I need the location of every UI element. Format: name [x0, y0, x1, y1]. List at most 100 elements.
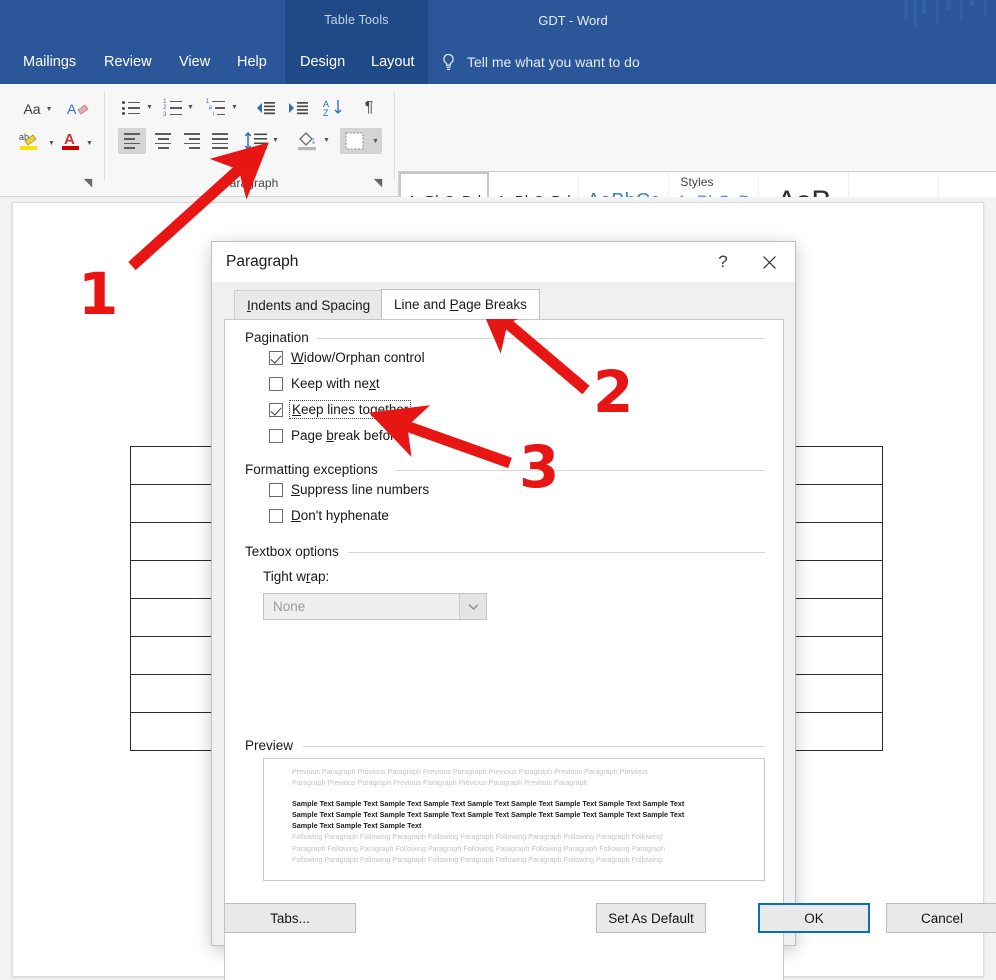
checkbox-label: Page break before — [291, 428, 403, 443]
checkbox-box[interactable] — [269, 402, 283, 417]
close-icon[interactable] — [747, 242, 791, 282]
line-spacing-button[interactable] — [242, 128, 270, 154]
ribbon-body: Aa ▼ A ab ▼ A ▼ ◥ ▼ 1 2 3 ▼ 1 a i ▼ A Z … — [0, 84, 996, 248]
chevron-down-icon: ▼ — [45, 105, 53, 113]
tab-layout[interactable]: Layout — [362, 40, 424, 84]
contextual-tab-group-label: Table Tools — [324, 13, 389, 27]
pagination-group-header: Pagination — [245, 330, 316, 345]
chevron-down-icon[interactable] — [459, 594, 486, 619]
numbering-chevron-down-icon[interactable]: ▼ — [187, 104, 194, 111]
show-formatting-marks-button[interactable]: ¶ — [356, 95, 382, 121]
numbering-button[interactable]: 1 2 3 — [159, 95, 185, 121]
font-color-chevron-down-icon[interactable]: ▼ — [86, 140, 93, 147]
word-application-window: Table Tools GDT - Word Mailings Review V… — [0, 0, 996, 980]
checkbox-label: Keep with next — [291, 376, 380, 391]
help-icon[interactable]: ? — [703, 242, 743, 282]
ok-button[interactable]: OK — [758, 903, 870, 933]
multilevel-chevron-down-icon[interactable]: ▼ — [231, 104, 238, 111]
justify-button[interactable] — [206, 128, 234, 154]
contextual-tab-group: Table Tools — [285, 0, 428, 40]
tab-mailings[interactable]: Mailings — [14, 40, 85, 84]
increase-indent-icon — [289, 102, 308, 115]
checkbox-box[interactable] — [269, 376, 283, 391]
pagination-rule — [317, 338, 765, 339]
highlighter-icon: ab — [19, 132, 37, 150]
preview-following-line: Following Paragraph Following Paragraph … — [292, 832, 662, 842]
text-highlight-button[interactable]: ab — [12, 128, 46, 154]
svg-text:Z: Z — [323, 108, 329, 118]
group-separator — [104, 92, 105, 180]
preview-sample-line: Sample Text Sample Text Sample Text Samp… — [292, 798, 685, 808]
group-separator-2 — [394, 92, 395, 180]
checkbox-dont-hyphenate[interactable]: Don't hyphenate — [269, 508, 389, 523]
dialog-title: Paragraph — [226, 253, 299, 270]
cancel-button[interactable]: Cancel — [886, 903, 996, 933]
decrease-indent-button[interactable] — [251, 95, 279, 121]
multilevel-list-icon: 1 a i — [205, 99, 225, 118]
bullets-button[interactable] — [118, 95, 144, 121]
tab-indents-and-spacing[interactable]: Indents and Spacing — [234, 290, 384, 319]
shading-button[interactable] — [293, 128, 321, 154]
checkbox-page-break-before[interactable]: Page break before — [269, 428, 402, 443]
checkbox-box[interactable] — [269, 350, 283, 365]
tight-wrap-select[interactable]: None — [263, 593, 487, 620]
tab-indents-and-spacing-label: Indents and Spacing — [247, 297, 371, 313]
font-dialog-launcher[interactable]: ◥ — [82, 177, 94, 189]
tab-line-and-page-breaks[interactable]: Line and Page Breaks — [381, 289, 540, 319]
change-case-label: Aa — [23, 101, 41, 117]
align-right-icon — [184, 133, 200, 149]
paragraph-dialog[interactable]: Paragraph ? Indents and Spacing Line and… — [211, 241, 996, 980]
highlight-chevron-down-icon[interactable]: ▼ — [48, 140, 55, 147]
align-right-button[interactable] — [178, 128, 206, 154]
clear-formatting-button[interactable]: A — [63, 96, 93, 122]
shading-paint-bucket-icon — [298, 132, 316, 151]
checkbox-box[interactable] — [269, 428, 283, 443]
tight-wrap-label: Tight wrap: — [263, 569, 330, 584]
ribbon-tab-strip: Mailings Review View Help Design Layout … — [0, 40, 996, 84]
font-color-button[interactable]: A — [58, 128, 84, 154]
borders-chevron-down-icon: ▼ — [372, 137, 379, 145]
tab-review[interactable]: Review — [95, 40, 161, 84]
set-as-default-button[interactable]: Set As Default — [596, 903, 706, 933]
align-center-button[interactable] — [149, 128, 177, 154]
checkbox-suppress-line-numbers[interactable]: Suppress line numbers — [269, 482, 429, 497]
checkbox-box[interactable] — [269, 482, 283, 497]
align-left-button[interactable] — [118, 128, 146, 154]
change-case-button[interactable]: Aa ▼ — [16, 96, 60, 122]
tab-view[interactable]: View — [170, 40, 219, 84]
tab-design[interactable]: Design — [291, 40, 354, 84]
preview-sample-line: Sample Text Sample Text Sample Text Samp… — [292, 809, 685, 819]
pilcrow-icon: ¶ — [364, 99, 374, 116]
tell-me-label: Tell me what you want to do — [467, 54, 640, 70]
checkbox-keep-with-next[interactable]: Keep with next — [269, 376, 380, 391]
formatting-exceptions-group-header: Formatting exceptions — [245, 462, 385, 477]
ribbon-group-paragraph: ▼ 1 2 3 ▼ 1 a i ▼ A Z ¶ ▼ ▼ ▼ Paragraph … — [106, 84, 394, 197]
paragraph-dialog-launcher[interactable]: ◥ — [372, 177, 384, 189]
checkbox-keep-lines-together[interactable]: Keep lines together — [269, 400, 412, 419]
styles-group-label: Styles — [680, 175, 714, 189]
tell-me-search[interactable]: Tell me what you want to do — [440, 40, 640, 84]
numbered-list-icon: 1 2 3 — [163, 99, 182, 118]
checkbox-widow-orphan-control[interactable]: Widow/Orphan control — [269, 350, 425, 365]
align-center-icon — [155, 133, 171, 149]
multilevel-list-button[interactable]: 1 a i — [201, 95, 229, 121]
sort-button[interactable]: A Z — [320, 95, 348, 121]
preview-previous-line: Paragraph Previous Paragraph Previous Pa… — [292, 778, 588, 788]
checkbox-label: Keep lines together — [288, 400, 412, 419]
tabs-button[interactable]: Tabs... — [224, 903, 356, 933]
line-spacing-chevron-down-icon[interactable]: ▼ — [272, 137, 279, 144]
borders-button[interactable]: ▼ — [340, 128, 382, 154]
dialog-button-row: Tabs... Set As Default OK Cancel — [212, 893, 996, 945]
checkbox-label: Don't hyphenate — [291, 508, 389, 523]
tab-help[interactable]: Help — [228, 40, 276, 84]
increase-indent-button[interactable] — [284, 95, 312, 121]
ribbon-group-font: Aa ▼ A ab ▼ A ▼ ◥ — [0, 84, 108, 197]
bullets-chevron-down-icon[interactable]: ▼ — [146, 104, 153, 111]
paragraph-group-label: Paragraph — [221, 176, 279, 190]
checkbox-label: Widow/Orphan control — [291, 350, 425, 365]
bullet-list-icon — [122, 101, 140, 115]
tab-line-and-page-breaks-label: Line and Page Breaks — [394, 297, 527, 312]
textbox-options-rule — [348, 552, 765, 553]
checkbox-box[interactable] — [269, 508, 283, 523]
shading-chevron-down-icon[interactable]: ▼ — [323, 137, 330, 144]
